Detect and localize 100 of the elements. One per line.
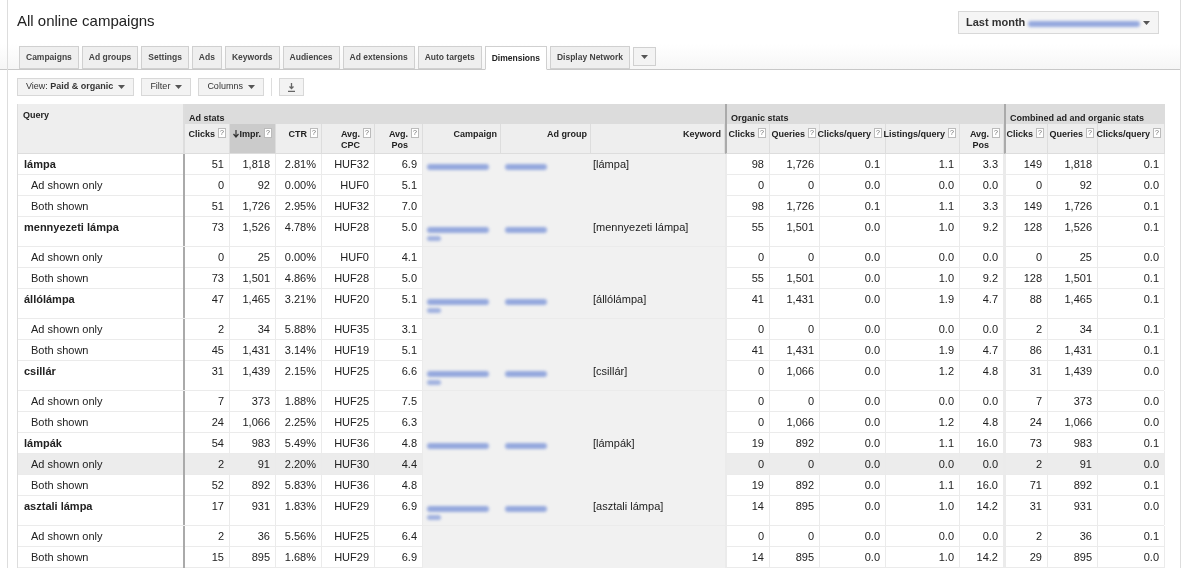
number-cell-text: HUF29 xyxy=(334,499,369,514)
number-cell-text: 1,526 xyxy=(242,220,270,235)
keyword-cell: [csillár] xyxy=(591,361,725,390)
number-cell-text: 14 xyxy=(751,499,764,514)
number-cell-text: 1,066 xyxy=(786,415,814,430)
number-cell-text: 5.83% xyxy=(284,478,316,493)
number-cell-text: 51 xyxy=(211,199,224,214)
number-cell-text: 1.0 xyxy=(938,499,954,514)
number-cell-text: 45 xyxy=(211,343,224,358)
number-cell-text: 0 xyxy=(757,250,764,265)
number-cell-text: 5.88% xyxy=(284,322,316,337)
tab[interactable]: Keywords xyxy=(224,46,280,69)
more-tabs-button[interactable] xyxy=(633,47,657,66)
tab[interactable]: Settings xyxy=(141,46,189,69)
number-cell-text: 1,726 xyxy=(242,199,270,214)
number-cell-text: 1.88% xyxy=(284,394,316,409)
number-cell-text: 4.4 xyxy=(401,457,417,472)
column-header[interactable]: Keyword xyxy=(591,124,725,154)
number-cell-text: 0.0 xyxy=(982,457,998,472)
tab[interactable]: Display Network xyxy=(549,46,631,69)
number-cell-text: 6.6 xyxy=(401,364,417,379)
number-cell-text: 2 xyxy=(217,457,224,472)
number-cell-text: 0.0 xyxy=(1143,364,1159,379)
number-cell-text: 73 xyxy=(1029,436,1042,451)
number-cell-text: 0 xyxy=(807,457,814,472)
query-cell: lámpa xyxy=(24,158,56,170)
number-cell-text: 0.0 xyxy=(938,457,954,472)
column-header[interactable]: Query xyxy=(18,104,185,154)
number-cell-text: 73 xyxy=(211,220,224,235)
number-cell-text: 0.1 xyxy=(1143,436,1159,451)
number-cell-text: 0.0 xyxy=(864,499,880,514)
number-cell-text: 7.5 xyxy=(401,394,417,409)
number-cell-text: 0.1 xyxy=(864,199,880,214)
number-cell-text: 895 xyxy=(1073,550,1092,565)
number-cell-text: 31 xyxy=(1029,364,1042,379)
number-cell-text: 55 xyxy=(751,271,764,286)
number-cell-text: 0 xyxy=(757,364,764,379)
toolbar-dropdown[interactable]: View: Paid & organic xyxy=(17,78,135,96)
tab[interactable]: Ad groups xyxy=(81,46,139,69)
tab[interactable]: Ads xyxy=(191,46,222,69)
number-cell-text: 0.0 xyxy=(1143,499,1159,514)
number-cell-text: 0 xyxy=(807,529,814,544)
number-cell-text: 92 xyxy=(257,178,270,193)
redacted-text-blur xyxy=(505,227,547,233)
tab[interactable]: Auto targets xyxy=(417,46,482,69)
number-cell-text: HUF25 xyxy=(334,415,369,430)
segment-cell: Both shown xyxy=(31,344,89,356)
number-cell-text: 892 xyxy=(251,478,270,493)
segment-cell: Both shown xyxy=(31,551,89,563)
number-cell-text: 4.8 xyxy=(982,415,998,430)
number-cell-text: HUF0 xyxy=(340,250,369,265)
column-header[interactable]: Ad group xyxy=(501,124,591,154)
number-cell-text: 0.0 xyxy=(1143,178,1159,193)
number-cell-text: 0.00% xyxy=(284,178,316,193)
number-cell-text: 88 xyxy=(1029,292,1042,307)
number-cell-text: 0.0 xyxy=(938,250,954,265)
number-cell-text: 19 xyxy=(751,478,764,493)
number-cell-text: 73 xyxy=(211,271,224,286)
number-cell-text: 0.0 xyxy=(938,529,954,544)
redacted-text-blur xyxy=(505,164,547,170)
number-cell-text: 0 xyxy=(757,322,764,337)
number-cell-text: 52 xyxy=(211,478,224,493)
number-cell-text: 149 xyxy=(1023,199,1042,214)
number-cell-text: 91 xyxy=(1079,457,1092,472)
query-cell: állólámpa xyxy=(24,293,75,305)
number-cell-text: 6.9 xyxy=(401,550,417,565)
number-cell-text: 895 xyxy=(795,499,814,514)
number-cell-text: 3.3 xyxy=(982,157,998,172)
page-title: All online campaigns xyxy=(17,11,155,31)
tab[interactable]: Campaigns xyxy=(19,46,79,69)
number-cell-text: 0.0 xyxy=(864,220,880,235)
number-cell-text: 1.1 xyxy=(938,157,954,172)
tab[interactable]: Ad extensions xyxy=(342,46,415,69)
number-cell-text: 2 xyxy=(217,529,224,544)
toolbar-dropdown[interactable]: Columns xyxy=(198,78,264,96)
number-cell-text: 0.0 xyxy=(938,394,954,409)
number-cell-text: 0.0 xyxy=(1143,394,1159,409)
query-cell: mennyezeti lámpa xyxy=(24,221,119,233)
tab[interactable]: Audiences xyxy=(282,46,340,69)
column-header[interactable]: Campaign xyxy=(423,124,501,154)
redacted-text-blur xyxy=(427,299,489,313)
date-range-dropdown[interactable]: Last month xyxy=(958,11,1159,34)
number-cell-text: HUF0 xyxy=(340,178,369,193)
toolbar-dropdown[interactable]: Filter xyxy=(141,78,192,96)
tab[interactable]: Dimensions xyxy=(484,46,547,70)
download-icon xyxy=(286,82,296,92)
download-button[interactable] xyxy=(278,78,304,96)
number-cell-text: 1.0 xyxy=(938,220,954,235)
dropdown-label: Columns xyxy=(207,80,243,94)
number-cell-text: 1,501 xyxy=(242,271,270,286)
number-cell-text: 0 xyxy=(217,178,224,193)
number-cell-text: 3.1 xyxy=(401,322,417,337)
number-cell-text: 1.9 xyxy=(938,292,954,307)
segment-cell: Both shown xyxy=(31,479,89,491)
number-cell-text: 0.0 xyxy=(864,178,880,193)
segment-cell: Ad shown only xyxy=(31,530,103,542)
number-cell-text: 0.0 xyxy=(938,178,954,193)
number-cell-text: 0.0 xyxy=(1143,550,1159,565)
caret-icon xyxy=(641,54,649,59)
number-cell-text: 4.7 xyxy=(982,343,998,358)
